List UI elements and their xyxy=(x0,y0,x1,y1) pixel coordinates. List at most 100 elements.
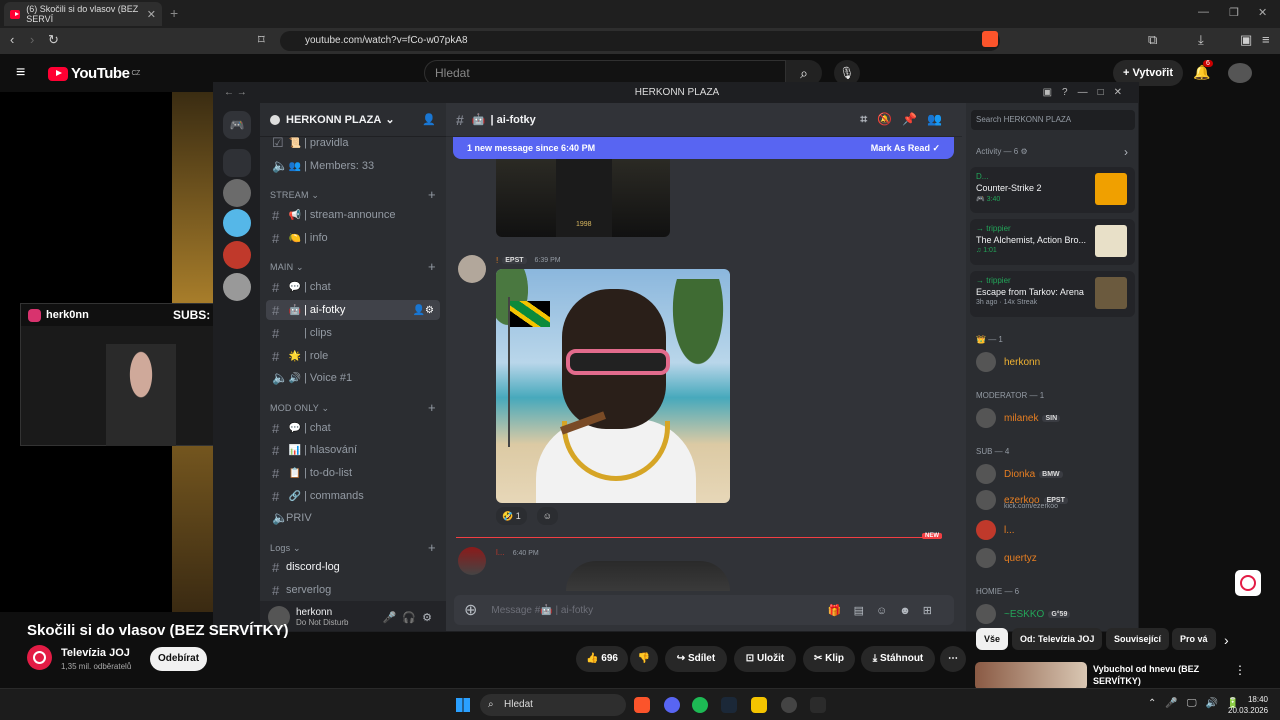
recommended-thumbnail[interactable] xyxy=(975,662,1087,690)
extensions-icon[interactable]: ⧉ xyxy=(1148,32,1157,48)
chip-for-you[interactable]: Pro vá xyxy=(1172,628,1216,650)
server-search-input[interactable]: Search HERKONN PLAZA xyxy=(971,110,1135,130)
recommended-title[interactable]: Vybuchol od hnevu (BEZ SERVÍTKY) xyxy=(1093,663,1213,687)
attached-image-1[interactable]: 1998 xyxy=(496,159,670,237)
server-icon-5[interactable] xyxy=(223,273,251,301)
server-header[interactable]: HERKONN PLAZA ⌄ 👤 xyxy=(260,103,446,137)
brave-app-icon[interactable] xyxy=(634,697,650,713)
channel-settings-icon[interactable]: 👤⚙ xyxy=(413,305,434,316)
reaction-laugh[interactable]: 🤣 1 xyxy=(496,507,527,525)
dislike-button[interactable]: 👎 xyxy=(630,646,658,672)
composer-tools-icons[interactable]: 🎁▤☺☻⊞ xyxy=(828,604,944,617)
download-icon[interactable]: ⤓ xyxy=(1198,32,1204,48)
share-button[interactable]: ↪ Sdílet xyxy=(665,646,727,672)
minimize-icon[interactable]: — xyxy=(1198,6,1209,18)
add-channel-icon[interactable]: + xyxy=(428,187,436,202)
back-forward-icon[interactable]: ← → xyxy=(224,83,247,103)
channel-priv[interactable]: 🔈 PRIV xyxy=(266,508,440,528)
channel-mod-chat[interactable]: # 💬 | chat xyxy=(266,418,440,438)
steam-app-icon[interactable] xyxy=(721,697,737,713)
recommended-menu-icon[interactable]: ⋮ xyxy=(1234,663,1246,677)
forward-icon[interactable]: › xyxy=(30,32,34,47)
channel-chat[interactable]: # 💬 | chat xyxy=(266,277,440,297)
add-channel-icon[interactable]: + xyxy=(428,259,436,274)
hamburger-icon[interactable]: ≡ xyxy=(16,64,25,82)
channel-ai-fotky[interactable]: # 🤖 | ai-fotky 👤⚙ xyxy=(266,300,440,320)
channel-avatar[interactable] xyxy=(27,645,52,670)
channel-voice-1[interactable]: 🔈 🔊 | Voice #1 xyxy=(266,368,440,388)
channel-discord-log[interactable]: # discord-log xyxy=(266,557,440,577)
member-item[interactable]: l... xyxy=(976,519,1015,541)
download-button[interactable]: ⤓ Stáhnout xyxy=(861,646,935,672)
member-item[interactable]: milanek SIN xyxy=(976,407,1061,429)
maximize-icon[interactable]: ❐ xyxy=(1229,6,1239,19)
chip-from-channel[interactable]: Od: Televízia JOJ xyxy=(1012,628,1103,650)
channel-to-do-list[interactable]: # 📋 | to-do-list xyxy=(266,463,440,483)
channel-serverlog[interactable]: # serverlog xyxy=(266,580,440,600)
more-actions-button[interactable]: ⋯ xyxy=(940,646,966,672)
channel-role[interactable]: # 🌟 | role xyxy=(266,346,440,366)
account-avatar[interactable] xyxy=(1228,63,1252,83)
member-item[interactable]: ezerkoo EPST kick.com/ezerkoo xyxy=(976,487,1068,513)
mic-headset-settings-icon[interactable]: 🎤🎧⚙ xyxy=(383,611,438,624)
category-main[interactable]: MAIN ⌄ xyxy=(270,262,304,273)
bookmark-icon[interactable]: ⌑ xyxy=(258,32,265,48)
add-channel-icon[interactable]: + xyxy=(428,540,436,555)
message-avatar[interactable] xyxy=(458,255,486,283)
file-explorer-icon[interactable] xyxy=(751,697,767,713)
windows-start-icon[interactable] xyxy=(456,698,470,712)
window-controls[interactable]: ▣?—□✕ xyxy=(1043,83,1132,103)
member-item[interactable]: Dionka BMW xyxy=(976,463,1063,485)
menu-icon[interactable]: ≡ xyxy=(1262,32,1270,47)
server-icon-3[interactable] xyxy=(223,209,251,237)
brave-shield-icon[interactable] xyxy=(982,31,998,47)
clip-button[interactable]: ✂ Klip xyxy=(803,646,855,672)
activity-card[interactable]: D... Counter-Strike 2 🎮 3:40 xyxy=(970,167,1135,213)
attached-image-ai-photo[interactable] xyxy=(496,269,730,503)
close-tab-icon[interactable]: ✕ xyxy=(147,8,156,21)
discord-home-icon[interactable]: 🎮 xyxy=(223,111,251,139)
activity-header[interactable]: Activity — 6 ⚙ xyxy=(976,147,1028,156)
back-icon[interactable]: ‹ xyxy=(10,32,14,47)
attach-plus-icon[interactable]: ⊕ xyxy=(464,600,477,620)
taskbar-clock[interactable]: 18:40 20.03.2026 xyxy=(1228,694,1268,716)
reload-icon[interactable]: ↻ xyxy=(48,32,59,48)
like-button[interactable]: 👍 696 xyxy=(576,646,628,672)
channel-commands[interactable]: # 🔗 | commands xyxy=(266,486,440,506)
add-channel-icon[interactable]: + xyxy=(428,400,436,415)
sidebar-icon[interactable]: ▣ xyxy=(1240,32,1252,48)
youtube-logo[interactable]: YouTube CZ xyxy=(48,65,140,82)
member-item[interactable]: quertyz xyxy=(976,547,1037,569)
message-composer[interactable]: ⊕ Message #🤖 | ai-fotky 🎁▤☺☻⊞ xyxy=(454,595,954,625)
add-reaction-icon[interactable]: ☺ xyxy=(536,507,558,525)
message-author[interactable]: ! xyxy=(496,256,498,265)
channel-stream-announce[interactable]: # 📢 | stream-announce xyxy=(266,205,440,225)
new-messages-banner[interactable]: 1 new message since 6:40 PM Mark As Read… xyxy=(453,137,954,159)
chevron-right-icon[interactable]: › xyxy=(1124,145,1128,159)
member-item[interactable]: ~ESKKO G°59 xyxy=(976,603,1071,625)
chips-next-icon[interactable]: › xyxy=(1224,632,1229,648)
activity-card[interactable]: → trippier The Alchemist, Action Bro... … xyxy=(970,219,1135,265)
browser-tab[interactable]: (6) Skočili si do vlasov (BEZ SERVÍ ✕ xyxy=(4,2,162,26)
mark-as-read-button[interactable]: Mark As Read ✓ xyxy=(871,143,940,154)
add-user-icon[interactable]: 👤 xyxy=(422,113,436,126)
activity-card[interactable]: → trippier Escape from Tarkov: Arena 3h … xyxy=(970,271,1135,317)
subscribe-button[interactable]: Odebírat xyxy=(150,647,207,671)
chip-related[interactable]: Související xyxy=(1106,628,1170,650)
message-avatar[interactable] xyxy=(458,547,486,575)
message-author[interactable]: l... xyxy=(496,548,504,557)
category-logs[interactable]: Logs ⌄ xyxy=(270,543,301,554)
taskbar-search[interactable]: ⌕ Hledat xyxy=(480,694,626,716)
category-stream[interactable]: STREAM ⌄ xyxy=(270,190,319,201)
channel-members[interactable]: 🔈 👥 | Members: 33 xyxy=(266,156,440,176)
server-icon-herkonn[interactable] xyxy=(223,149,251,177)
app-icon[interactable] xyxy=(810,697,826,713)
spotify-app-icon[interactable] xyxy=(692,697,708,713)
server-icon-2[interactable] xyxy=(223,179,251,207)
discord-app-icon[interactable] xyxy=(664,697,680,713)
channel-name[interactable]: Televízia JOJ xyxy=(61,647,130,659)
obs-app-icon[interactable] xyxy=(781,697,797,713)
channel-pravidla[interactable]: ☑ 📜 | pravidla xyxy=(266,133,440,153)
server-icon-4[interactable] xyxy=(223,241,251,269)
category-mod-only[interactable]: MOD ONLY ⌄ xyxy=(270,403,329,414)
